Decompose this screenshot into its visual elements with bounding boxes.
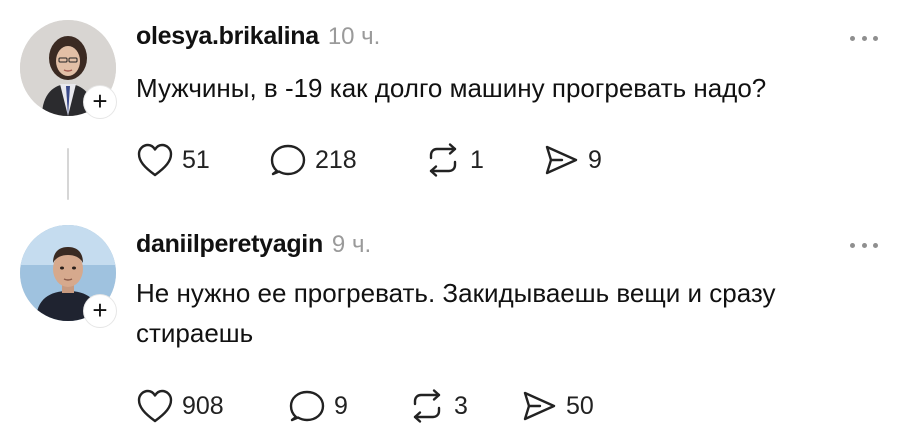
post-actions: 51 218 1 9 xyxy=(136,140,602,180)
username[interactable]: olesya.brikalina xyxy=(136,22,319,51)
comment-bubble-icon xyxy=(270,144,306,176)
like-count: 51 xyxy=(182,145,210,174)
share-button[interactable]: 9 xyxy=(542,140,602,180)
post-header: daniilperetyagin 9 ч. xyxy=(136,230,371,259)
follow-button[interactable]: + xyxy=(84,295,116,327)
repost-button[interactable]: 3 xyxy=(408,386,520,426)
repost-count: 1 xyxy=(470,145,484,174)
share-count: 9 xyxy=(588,145,602,174)
comment-count: 9 xyxy=(334,391,348,420)
comment-button[interactable]: 218 xyxy=(269,140,424,180)
post-actions: 908 9 3 50 xyxy=(136,386,594,426)
follow-button[interactable]: + xyxy=(84,86,116,118)
thread-line xyxy=(67,148,69,200)
post-text: Мужчины, в -19 как долго машину прогрева… xyxy=(136,73,767,103)
heart-icon xyxy=(137,143,173,177)
post-daniil: + daniilperetyagin 9 ч. Не нужно ее прог… xyxy=(0,215,900,443)
send-icon xyxy=(545,145,578,175)
more-options-icon[interactable] xyxy=(838,237,878,253)
username[interactable]: daniilperetyagin xyxy=(136,230,323,259)
plus-icon: + xyxy=(92,86,108,116)
timestamp: 9 ч. xyxy=(331,231,372,258)
repost-count: 3 xyxy=(454,391,468,420)
like-button[interactable]: 908 xyxy=(136,386,288,426)
like-button[interactable]: 51 xyxy=(136,140,269,180)
plus-icon: + xyxy=(92,295,108,325)
share-button[interactable]: 50 xyxy=(520,386,594,426)
post-olesya: + olesya.brikalina 10 ч. Мужчины, в -19 … xyxy=(0,0,900,215)
repost-button[interactable]: 1 xyxy=(424,140,542,180)
comment-button[interactable]: 9 xyxy=(288,386,408,426)
repost-icon xyxy=(429,143,457,177)
send-icon xyxy=(523,391,556,421)
timestamp: 10 ч. xyxy=(327,23,381,50)
comment-count: 218 xyxy=(315,145,357,174)
like-count: 908 xyxy=(182,391,224,420)
post-header: olesya.brikalina 10 ч. xyxy=(136,22,380,51)
repost-icon xyxy=(413,389,441,423)
post-text: Не нужно ее прогревать. Закидываешь вещи… xyxy=(136,278,776,348)
comment-bubble-icon xyxy=(289,390,325,422)
heart-icon xyxy=(137,389,173,423)
more-options-icon[interactable] xyxy=(838,30,878,46)
share-count: 50 xyxy=(566,391,594,420)
